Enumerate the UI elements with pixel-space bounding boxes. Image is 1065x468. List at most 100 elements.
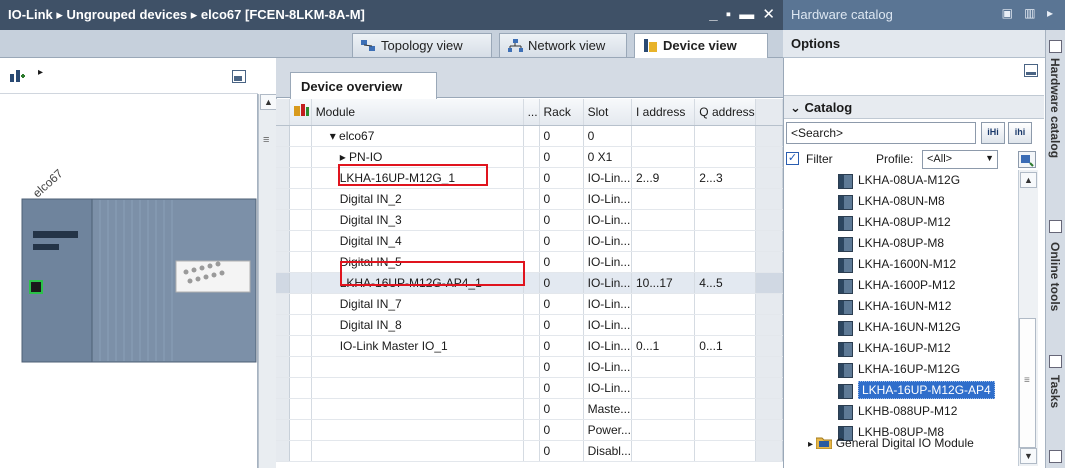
slot-cell[interactable]: IO-Lin... (583, 167, 632, 189)
slot-cell[interactable]: IO-Lin... (583, 188, 632, 210)
catalog-item[interactable]: LKHA-1600P-M12 (838, 278, 955, 297)
header-module[interactable]: Module (311, 99, 524, 126)
module-cell[interactable]: IO-Link Master IO_1 (311, 335, 524, 357)
catalog-item[interactable]: LKHB-088UP-M12 (838, 404, 957, 423)
table-row[interactable]: 0 IO-Lin... (276, 377, 784, 399)
slot-cell[interactable]: Maste... (583, 398, 632, 420)
i-address-cell[interactable] (631, 293, 696, 315)
q-address-cell[interactable] (694, 398, 756, 420)
i-address-cell[interactable] (631, 398, 696, 420)
header-rack[interactable]: Rack (539, 99, 584, 126)
profile-settings-icon[interactable] (1018, 151, 1036, 168)
scroll-up-icon[interactable]: ▲ (1020, 172, 1037, 188)
table-row[interactable]: Digital IN_4 0 IO-Lin... (276, 230, 784, 252)
catalog-item[interactable]: LKHA-16UP-M12G-AP4 (838, 381, 995, 402)
q-address-cell[interactable] (694, 314, 756, 336)
table-row[interactable]: 0 Disabl... (276, 440, 784, 462)
module-cell[interactable]: Digital IN_3 (311, 209, 524, 231)
i-address-cell[interactable] (631, 125, 696, 147)
i-address-cell[interactable] (631, 314, 696, 336)
rack-cell[interactable]: 0 (539, 398, 584, 420)
header-q-address[interactable]: Q address (694, 99, 756, 126)
catalog-section-header[interactable]: ⌄ Catalog (784, 95, 1044, 119)
module-cell[interactable] (311, 356, 524, 378)
q-address-cell[interactable] (694, 209, 756, 231)
module-cell[interactable]: Digital IN_4 (311, 230, 524, 252)
slot-cell[interactable]: Power... (583, 419, 632, 441)
header-slot[interactable]: Slot (583, 99, 632, 126)
rack-cell[interactable]: 0 (539, 335, 584, 357)
header-i-address[interactable]: I address (631, 99, 696, 126)
expand-arrow-icon[interactable]: ▸ (38, 67, 43, 78)
q-address-cell[interactable] (694, 377, 756, 399)
q-address-cell[interactable] (694, 251, 756, 273)
tab-network-view[interactable]: Network view (499, 33, 627, 57)
rack-cell[interactable]: 0 (539, 293, 584, 315)
q-address-cell[interactable] (694, 125, 756, 147)
catalog-item[interactable]: LKHA-16UN-M12 (838, 299, 951, 318)
options-header[interactable]: Options (783, 30, 1045, 58)
rack-tree-icon[interactable] (10, 70, 26, 82)
folder-general-digital-io[interactable]: ▸ General Digital IO Module (808, 436, 974, 450)
slot-cell[interactable]: IO-Lin... (583, 230, 632, 252)
table-row[interactable]: ▾ elco67 0 0 (276, 125, 784, 147)
collapse-chevron-icon[interactable]: ⌄ (790, 100, 805, 115)
module-cell[interactable]: Digital IN_2 (311, 188, 524, 210)
q-address-cell[interactable]: 0...1 (694, 335, 756, 357)
i-address-cell[interactable] (631, 419, 696, 441)
filter-checkbox[interactable]: ✓ (786, 152, 799, 165)
module-cell[interactable] (311, 440, 524, 462)
catalog-item[interactable]: LKHA-16UP-M12 (838, 341, 951, 360)
rack-cell[interactable]: 0 (539, 314, 584, 336)
scroll-up-icon[interactable]: ▲ (260, 94, 277, 110)
module-cell[interactable] (311, 377, 524, 399)
catalog-item[interactable]: LKHA-08UP-M8 (838, 236, 944, 255)
device-rack-graphic[interactable] (0, 94, 258, 468)
table-row[interactable]: Digital IN_7 0 IO-Lin... (276, 293, 784, 315)
tasks-tab-icon[interactable] (1049, 355, 1062, 368)
table-row[interactable]: 0 Maste... (276, 398, 784, 420)
q-address-cell[interactable]: 4...5 (694, 272, 756, 294)
table-row[interactable]: Digital IN_8 0 IO-Lin... (276, 314, 784, 336)
slot-cell[interactable]: IO-Lin... (583, 272, 632, 294)
rack-cell[interactable]: 0 (539, 356, 584, 378)
side-tab-online-tools[interactable]: Online tools (1048, 242, 1062, 311)
tab-topology-view[interactable]: Topology view (352, 33, 492, 57)
rack-cell[interactable]: 0 (539, 209, 584, 231)
online-tools-tab-icon[interactable] (1049, 220, 1062, 233)
window-controls[interactable]: _ ▪ ▬ ✕ (709, 5, 777, 23)
slot-cell[interactable]: 0 X1 (583, 146, 632, 168)
i-address-cell[interactable]: 2...9 (631, 167, 696, 189)
catalog-search-input[interactable]: <Search> (786, 122, 976, 144)
scroll-down-icon[interactable]: ▼ (1020, 448, 1037, 464)
rack-cell[interactable]: 0 (539, 272, 584, 294)
rack-cell[interactable]: 0 (539, 230, 584, 252)
q-address-cell[interactable] (694, 419, 756, 441)
slot-cell[interactable]: IO-Lin... (583, 293, 632, 315)
module-cell[interactable] (311, 398, 524, 420)
q-address-cell[interactable]: 2...3 (694, 167, 756, 189)
rack-cell[interactable]: 0 (539, 167, 584, 189)
q-address-cell[interactable] (694, 146, 756, 168)
i-address-cell[interactable] (631, 230, 696, 252)
catalog-item[interactable]: LKHA-08UN-M8 (838, 194, 945, 213)
q-address-cell[interactable] (694, 230, 756, 252)
i-address-cell[interactable]: 10...17 (631, 272, 696, 294)
libraries-tab-icon[interactable] (1049, 450, 1062, 463)
catalog-item[interactable]: LKHA-08UP-M12 (838, 215, 951, 234)
module-cell[interactable]: Digital IN_7 (311, 293, 524, 315)
i-address-cell[interactable] (631, 377, 696, 399)
slot-cell[interactable]: IO-Lin... (583, 335, 632, 357)
side-tab-tasks[interactable]: Tasks (1048, 375, 1062, 408)
slot-cell[interactable]: 0 (583, 125, 632, 147)
side-tab-hardware-catalog[interactable]: Hardware catalog (1048, 58, 1062, 158)
rack-cell[interactable]: 0 (539, 146, 584, 168)
hardware-catalog-tab-icon[interactable] (1049, 40, 1062, 53)
table-row[interactable]: Digital IN_3 0 IO-Lin... (276, 209, 784, 231)
slot-cell[interactable]: IO-Lin... (583, 314, 632, 336)
i-address-cell[interactable] (631, 440, 696, 462)
table-row[interactable]: Digital IN_2 0 IO-Lin... (276, 188, 784, 210)
catalog-item[interactable]: LKHA-08UA-M12G (838, 173, 960, 192)
rack-cell[interactable]: 0 (539, 377, 584, 399)
q-address-cell[interactable] (694, 440, 756, 462)
